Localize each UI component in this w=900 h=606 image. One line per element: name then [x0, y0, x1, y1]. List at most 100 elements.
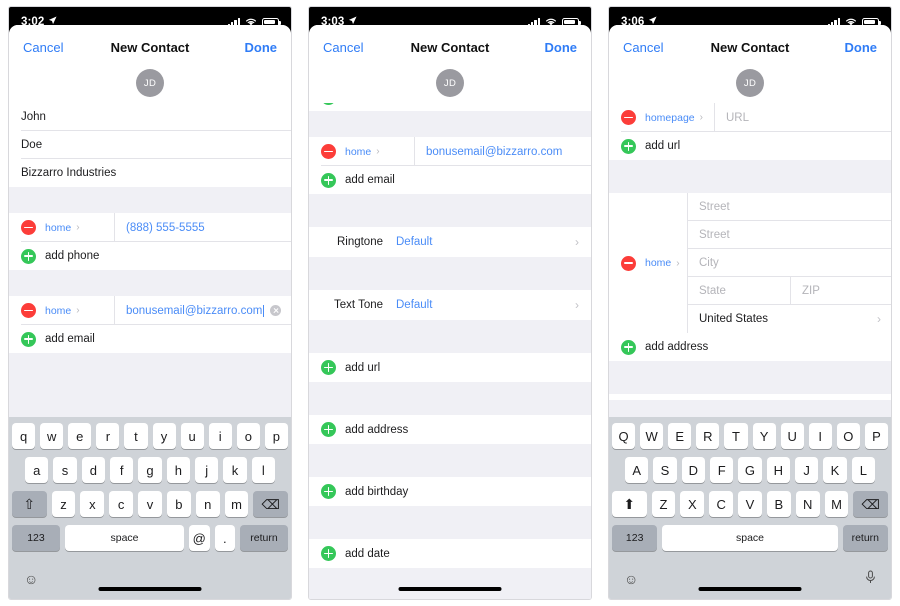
key-d[interactable]: d	[81, 457, 105, 483]
key-v[interactable]: v	[138, 491, 162, 517]
delete-key[interactable]: ⌫	[853, 491, 889, 517]
add-email-row[interactable]: add email	[9, 325, 291, 353]
add-address-label[interactable]: add address	[645, 341, 708, 353]
key-Z[interactable]: Z	[651, 491, 676, 517]
email-value[interactable]: bonusemail@bizzarro.com	[426, 146, 562, 158]
done-button[interactable]: Done	[845, 40, 878, 55]
numbers-key[interactable]: 123	[12, 525, 60, 551]
add-date-label[interactable]: add date	[345, 548, 390, 560]
remove-email-icon[interactable]	[21, 303, 36, 318]
key-e[interactable]: e	[68, 423, 92, 449]
street1-field[interactable]: Street	[688, 193, 891, 221]
key-f[interactable]: f	[110, 457, 134, 483]
key-n[interactable]: n	[195, 491, 220, 517]
period-key[interactable]: .	[214, 525, 236, 551]
add-email-label[interactable]: add email	[45, 333, 95, 345]
key-T[interactable]: T	[724, 423, 748, 449]
key-g[interactable]: g	[138, 457, 162, 483]
numbers-key[interactable]: 123	[612, 525, 658, 551]
email-value[interactable]: bonusemail@bizzarro.com	[126, 305, 262, 317]
cancel-button[interactable]: Cancel	[23, 40, 63, 55]
key-D[interactable]: D	[681, 457, 705, 483]
key-X[interactable]: X	[680, 491, 705, 517]
company-value[interactable]: Bizzarro Industries	[21, 167, 116, 179]
add-address-row[interactable]: add address	[309, 415, 591, 444]
add-address-icon[interactable]	[621, 339, 636, 355]
key-a[interactable]: a	[25, 457, 49, 483]
key-A[interactable]: A	[625, 457, 649, 483]
add-email-label[interactable]: add email	[345, 174, 395, 186]
key-I[interactable]: I	[808, 423, 832, 449]
key-w[interactable]: w	[40, 423, 64, 449]
add-url-icon[interactable]	[321, 360, 336, 375]
microphone-icon[interactable]	[865, 570, 876, 589]
url-label[interactable]: homepage	[645, 112, 695, 124]
remove-address-icon[interactable]	[621, 255, 636, 271]
add-email-icon[interactable]	[321, 172, 336, 188]
key-l[interactable]: l	[251, 457, 275, 483]
add-phone-row-partial[interactable]: add phone	[309, 103, 591, 111]
key-C[interactable]: C	[709, 491, 734, 517]
at-key[interactable]: @	[189, 525, 210, 551]
key-O[interactable]: O	[836, 423, 860, 449]
add-email-icon[interactable]	[21, 331, 36, 347]
phone-value[interactable]: (888) 555-5555	[126, 222, 205, 234]
email-label[interactable]: home	[45, 305, 71, 317]
add-address-row[interactable]: add address	[609, 333, 891, 361]
street2-field[interactable]: Street	[688, 221, 891, 249]
address-label[interactable]: home	[645, 257, 671, 269]
key-b[interactable]: b	[166, 491, 191, 517]
key-x[interactable]: x	[80, 491, 105, 517]
key-L[interactable]: L	[851, 457, 875, 483]
phone-row[interactable]: home › (888) 555-5555	[9, 213, 291, 242]
home-indicator[interactable]	[98, 587, 202, 591]
first-name-row[interactable]: John	[9, 103, 291, 131]
contact-form-2[interactable]: add phone home › bonusemail@bizzarro.com	[309, 103, 591, 599]
shift-key[interactable]: ⬆	[611, 491, 647, 517]
space-key[interactable]: space	[662, 525, 838, 551]
key-B[interactable]: B	[766, 491, 791, 517]
texttone-value[interactable]: Default	[396, 299, 432, 311]
add-url-label[interactable]: add url	[645, 140, 680, 152]
email-row[interactable]: home › bonusemail@bizzarro.com	[309, 137, 591, 166]
keyboard-1[interactable]: q w e r t y u i o p a s d f g h j k l ⇧ …	[9, 417, 291, 599]
add-address-icon[interactable]	[321, 422, 336, 437]
space-key[interactable]: space	[64, 525, 185, 551]
url-row[interactable]: homepage › URL	[609, 103, 891, 132]
add-url-label[interactable]: add url	[345, 362, 380, 374]
key-F[interactable]: F	[710, 457, 734, 483]
first-name-value[interactable]: John	[21, 111, 46, 123]
email-row[interactable]: home › bonusemail@bizzarro.com	[9, 296, 291, 325]
delete-key[interactable]: ⌫	[253, 491, 289, 517]
avatar[interactable]: JD	[736, 69, 764, 97]
key-h[interactable]: h	[166, 457, 190, 483]
cancel-button[interactable]: Cancel	[623, 40, 663, 55]
remove-url-icon[interactable]	[621, 110, 636, 125]
clear-text-icon[interactable]	[270, 305, 282, 316]
key-H[interactable]: H	[766, 457, 790, 483]
add-row-partial[interactable]	[609, 394, 891, 400]
add-email-row[interactable]: add email	[309, 166, 591, 194]
remove-email-icon[interactable]	[321, 144, 336, 159]
key-U[interactable]: U	[780, 423, 804, 449]
avatar[interactable]: JD	[136, 69, 164, 97]
city-field[interactable]: City	[688, 249, 891, 277]
contact-form-3[interactable]: homepage › URL add url home › Street Str…	[609, 103, 891, 417]
key-G[interactable]: G	[738, 457, 762, 483]
texttone-row[interactable]: Text Tone Default ›	[309, 290, 591, 320]
key-j[interactable]: j	[194, 457, 219, 483]
done-button[interactable]: Done	[545, 40, 578, 55]
key-J[interactable]: J	[794, 457, 819, 483]
key-i[interactable]: i	[208, 423, 232, 449]
done-button[interactable]: Done	[245, 40, 278, 55]
add-url-row[interactable]: add url	[309, 353, 591, 382]
key-s[interactable]: s	[53, 457, 77, 483]
avatar[interactable]: JD	[436, 69, 464, 97]
add-phone-label[interactable]: add phone	[45, 250, 99, 262]
key-p[interactable]: p	[264, 423, 288, 449]
add-url-row[interactable]: add url	[609, 132, 891, 160]
add-birthday-row[interactable]: add birthday	[309, 477, 591, 506]
key-r[interactable]: r	[96, 423, 120, 449]
key-o[interactable]: o	[236, 423, 260, 449]
key-t[interactable]: t	[124, 423, 148, 449]
